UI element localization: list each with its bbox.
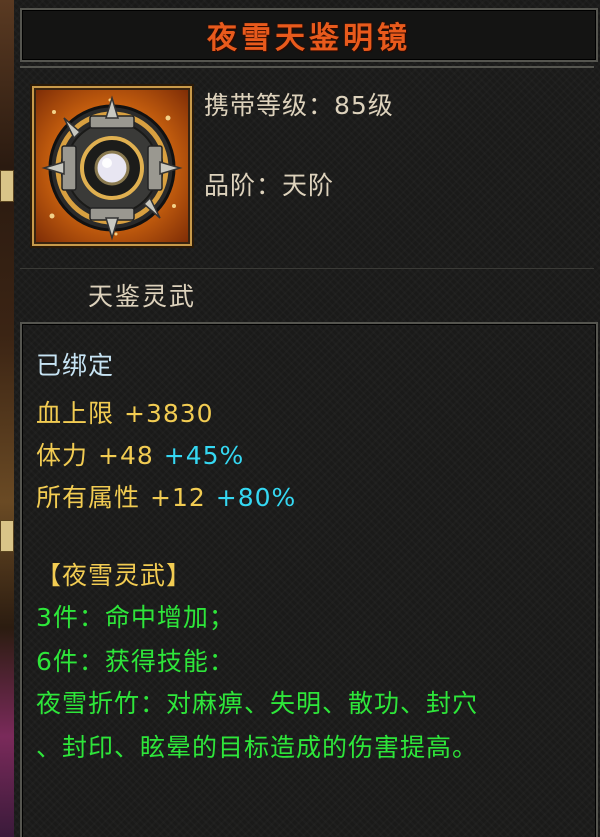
set-bonus-6: 6件：获得技能： (36, 647, 235, 676)
game-background-edge (0, 0, 14, 837)
stat-row: 所有属性 +12 +80% (36, 478, 296, 514)
set-skill-desc-1: 夜雪折竹：对麻痹、失明、散功、封穴 (36, 689, 479, 718)
mirror-disc-graphic (41, 95, 183, 241)
stat-name: 所有属性 (36, 483, 141, 512)
title-bar: 夜雪天鉴明镜 (20, 8, 598, 62)
item-category: 天鉴灵武 (88, 282, 197, 311)
stat-percent: +80% (215, 483, 297, 512)
stat-row: 血上限 +3830 (36, 394, 214, 430)
carry-level: 携带等级：85级 (204, 91, 394, 120)
stat-row: 体力 +48 +45% (36, 436, 244, 472)
edge-decoration (0, 170, 14, 202)
item-grade: 品阶：天阶 (204, 171, 335, 200)
set-bonus-3: 3件：命中增加； (36, 603, 235, 632)
stat-value: +3830 (124, 399, 214, 428)
stat-value: +48 (98, 441, 154, 470)
set-name: 【夜雪灵武】 (36, 561, 193, 590)
bound-status: 已绑定 (36, 351, 115, 380)
mirror-disc-icon[interactable] (32, 86, 192, 246)
item-tooltip: 夜雪天鉴明镜 携带等级：85级 品阶：天阶 天鉴灵武 已绑定 血上限 +3830… (0, 0, 600, 837)
edge-decoration (0, 520, 14, 552)
stat-value: +12 (150, 483, 206, 512)
set-skill-desc-2: 、封印、眩晕的目标造成的伤害提高。 (36, 733, 479, 762)
stat-percent: +45% (163, 441, 245, 470)
item-name: 夜雪天鉴明镜 (207, 21, 411, 56)
stat-name: 血上限 (36, 399, 115, 428)
stat-name: 体力 (36, 441, 89, 470)
